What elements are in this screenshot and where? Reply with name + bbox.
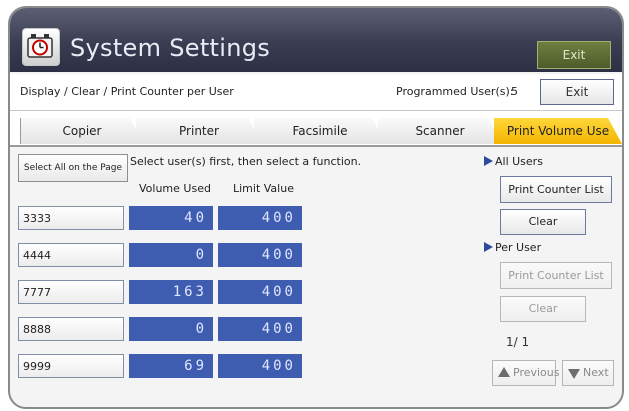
user-button[interactable]: 9999 (18, 354, 124, 378)
all-users-label: All Users (484, 155, 543, 168)
arrow-down-icon (568, 369, 580, 379)
user-row: 7777 163 400 (18, 280, 318, 306)
page-title: System Settings (70, 34, 271, 62)
tab-bar: Copier Printer Facsimile Scanner Print V… (10, 111, 622, 147)
limit-value: 400 (218, 206, 302, 230)
user-button[interactable]: 8888 (18, 317, 124, 341)
triangle-icon (484, 156, 493, 166)
tab-facsimile[interactable]: Facsimile (254, 118, 386, 144)
user-row: 3333 40 400 (18, 206, 318, 232)
user-row: 8888 0 400 (18, 317, 318, 343)
instruction-text: Select user(s) first, then select a func… (130, 155, 362, 168)
limit-value: 400 (218, 354, 302, 378)
counter-icon (22, 28, 60, 66)
programmed-users-label: Programmed User(s): (396, 85, 514, 98)
arrow-up-icon (498, 367, 510, 377)
next-button[interactable]: Next (562, 360, 614, 386)
limit-value: 400 (218, 280, 302, 304)
print-counter-list-per-user-button[interactable]: Print Counter List (500, 262, 612, 289)
clear-per-user-button[interactable]: Clear (500, 296, 586, 322)
page-indicator: 1/ 1 (506, 335, 530, 349)
tab-divider (20, 118, 21, 144)
limit-value: 400 (218, 243, 302, 267)
limit-value: 400 (218, 317, 302, 341)
sub-header: Display / Clear / Print Counter per User… (10, 74, 622, 111)
programmed-users-count: 5 (511, 85, 518, 98)
tab-copier[interactable]: Copier (20, 118, 144, 144)
volume-used-value: 40 (129, 206, 213, 230)
title-bar: System Settings Exit (10, 8, 622, 72)
user-row: 4444 0 400 (18, 243, 318, 269)
select-all-button[interactable]: Select All on the Page (18, 154, 128, 182)
tab-scanner[interactable]: Scanner (378, 118, 502, 144)
tab-print-volume-use[interactable]: Print Volume Use (494, 118, 622, 144)
user-button[interactable]: 3333 (18, 206, 124, 230)
tab-printer[interactable]: Printer (136, 118, 262, 144)
triangle-icon (484, 242, 493, 252)
user-button[interactable]: 7777 (18, 280, 124, 304)
exit-button[interactable]: Exit (540, 79, 614, 105)
volume-used-value: 69 (129, 354, 213, 378)
volume-used-value: 0 (129, 317, 213, 341)
clear-all-button[interactable]: Clear (500, 209, 586, 235)
column-header-volume-used: Volume Used (139, 182, 211, 195)
previous-button[interactable]: Previous (492, 360, 560, 386)
column-header-limit-value: Limit Value (233, 182, 294, 195)
screen-frame: System Settings Exit Display / Clear / P… (8, 6, 624, 409)
user-button[interactable]: 4444 (18, 243, 124, 267)
exit-button-top[interactable]: Exit (537, 41, 611, 69)
per-user-label: Per User (484, 241, 541, 254)
user-row: 9999 69 400 (18, 354, 318, 380)
print-counter-list-all-button[interactable]: Print Counter List (500, 176, 612, 203)
breadcrumb: Display / Clear / Print Counter per User (20, 85, 234, 98)
volume-used-value: 163 (129, 280, 213, 304)
volume-used-value: 0 (129, 243, 213, 267)
